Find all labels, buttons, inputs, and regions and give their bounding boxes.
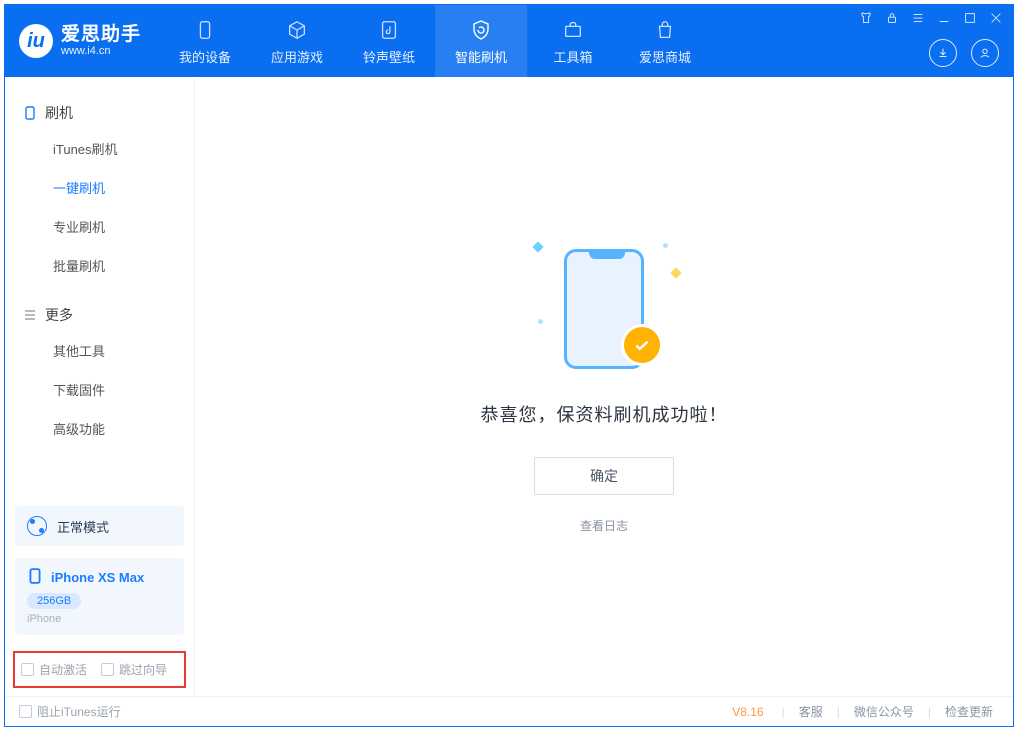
sidebar-item-oneclick-flash[interactable]: 一键刷机 [5,168,194,207]
tab-label: 智能刷机 [455,47,507,66]
device-name: iPhone XS Max [51,570,144,585]
sidebar-group-flash: 刷机 [5,97,194,129]
tab-label: 我的设备 [179,47,231,66]
tab-smart-flash[interactable]: 智能刷机 [435,5,527,77]
mode-label: 正常模式 [57,517,109,536]
checkbox-icon [19,705,32,718]
tab-label: 应用游戏 [271,47,323,66]
shirt-icon[interactable] [859,11,873,25]
tab-store[interactable]: 爱思商城 [619,5,711,77]
list-icon [23,308,37,322]
checkbox-icon [101,663,114,676]
checkbox-block-itunes[interactable]: 阻止iTunes运行 [19,703,121,720]
maximize-icon[interactable] [963,11,977,25]
status-link-support[interactable]: 客服 [793,703,829,720]
device-phone-icon [27,568,43,587]
nav-tabs: 我的设备 应用游戏 铃声壁纸 智能刷机 工具箱 爱思商城 [159,5,711,77]
status-bar: 阻止iTunes运行 V8.16 | 客服 | 微信公众号 | 检查更新 [5,696,1013,726]
version-label: V8.16 [732,705,763,719]
view-log-link[interactable]: 查看日志 [580,517,628,534]
sidebar-item-pro-flash[interactable]: 专业刷机 [5,207,194,246]
tab-apps-games[interactable]: 应用游戏 [251,5,343,77]
success-message: 恭喜您，保资料刷机成功啦！ [481,401,728,427]
cube-icon [284,17,310,43]
sidebar-item-advanced[interactable]: 高级功能 [5,409,194,448]
sidebar: 刷机 iTunes刷机 一键刷机 专业刷机 批量刷机 更多 其他工具 下载固件 … [5,77,195,696]
bag-icon [652,17,678,43]
title-bar: iu 爱思助手 www.i4.cn 我的设备 应用游戏 铃声壁纸 智能刷机 [5,5,1013,77]
sidebar-item-other-tools[interactable]: 其他工具 [5,331,194,370]
status-link-update[interactable]: 检查更新 [939,703,999,720]
logo-icon: iu [19,24,53,58]
main-content: 恭喜您，保资料刷机成功啦！ 确定 查看日志 [195,77,1013,696]
minimize-icon[interactable] [937,11,951,25]
tab-label: 铃声壁纸 [363,47,415,66]
lock-icon[interactable] [885,11,899,25]
device-card[interactable]: iPhone XS Max 256GB iPhone [15,558,184,635]
device-icon [192,17,218,43]
device-storage-badge: 256GB [27,593,81,609]
logo-area: iu 爱思助手 www.i4.cn [5,5,159,77]
tab-label: 爱思商城 [639,47,691,66]
menu-icon[interactable] [911,11,925,25]
app-window: iu 爱思助手 www.i4.cn 我的设备 应用游戏 铃声壁纸 智能刷机 [4,4,1014,727]
ok-button[interactable]: 确定 [534,457,674,495]
success-illustration [544,239,664,379]
tab-ringtones-wallpapers[interactable]: 铃声壁纸 [343,5,435,77]
header-actions [929,39,999,67]
download-icon[interactable] [929,39,957,67]
user-icon[interactable] [971,39,999,67]
sidebar-item-download-firmware[interactable]: 下载固件 [5,370,194,409]
device-type: iPhone [27,613,172,625]
close-icon[interactable] [989,11,1003,25]
sidebar-group-more: 更多 [5,299,194,331]
mode-icon [27,516,47,536]
mode-card[interactable]: 正常模式 [15,506,184,546]
checkbox-auto-activate[interactable]: 自动激活 [21,661,87,678]
status-link-wechat[interactable]: 微信公众号 [848,703,920,720]
music-file-icon [376,17,402,43]
sidebar-item-itunes-flash[interactable]: iTunes刷机 [5,129,194,168]
tab-label: 工具箱 [554,47,593,66]
tab-my-device[interactable]: 我的设备 [159,5,251,77]
briefcase-icon [560,17,586,43]
window-controls [859,11,1003,25]
body: 刷机 iTunes刷机 一键刷机 专业刷机 批量刷机 更多 其他工具 下载固件 … [5,77,1013,696]
app-title: 爱思助手 [61,25,141,46]
tab-toolbox[interactable]: 工具箱 [527,5,619,77]
phone-icon [23,106,37,120]
sidebar-item-batch-flash[interactable]: 批量刷机 [5,246,194,285]
app-subtitle: www.i4.cn [61,45,141,57]
check-badge-icon [624,327,660,363]
shield-refresh-icon [468,17,494,43]
flash-options-highlight: 自动激活 跳过向导 [13,651,186,688]
checkbox-icon [21,663,34,676]
checkbox-skip-guide[interactable]: 跳过向导 [101,661,167,678]
